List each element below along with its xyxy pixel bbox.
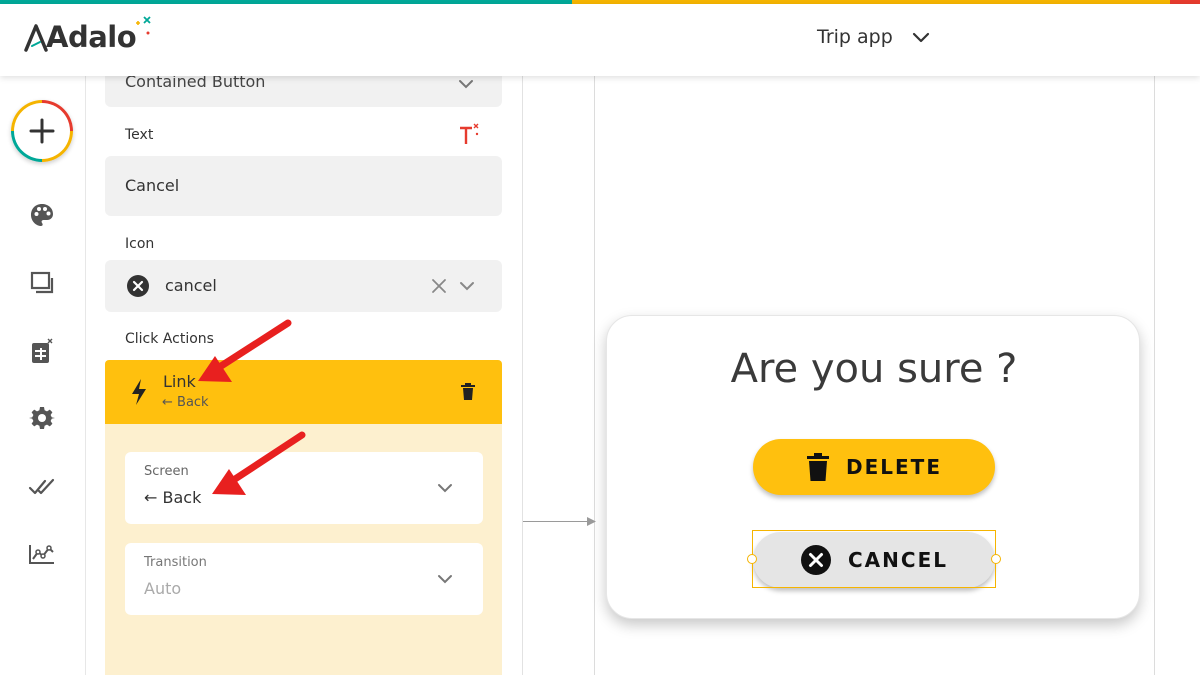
panel-divider	[522, 76, 523, 675]
screen-frame-left-edge	[594, 76, 595, 675]
gear-icon[interactable]	[28, 404, 56, 432]
button-type-value: Contained Button	[125, 76, 266, 91]
text-label: Text	[125, 127, 154, 143]
screen-value: ← Back	[144, 488, 202, 507]
logo-text: Adalo	[46, 20, 137, 54]
icon-select-value: cancel	[165, 276, 217, 295]
chevron-down-icon[interactable]	[457, 276, 477, 296]
app-name[interactable]: Trip app	[817, 26, 893, 48]
text-input-value: Cancel	[125, 176, 180, 195]
screen-label: Screen	[144, 464, 189, 479]
chevron-down-icon[interactable]	[910, 26, 932, 52]
clear-icon[interactable]	[430, 277, 448, 295]
action-title: Link	[163, 372, 196, 391]
transition-label: Transition	[144, 555, 207, 570]
link-connector-line	[523, 521, 589, 522]
double-check-icon[interactable]	[28, 473, 56, 501]
screen-frame-right-edge	[1154, 76, 1155, 675]
delete-button[interactable]: DELETE	[753, 439, 995, 495]
delete-button-label: DELETE	[846, 455, 942, 479]
resize-handle-right[interactable]	[991, 554, 1001, 564]
icon-select[interactable]: cancel	[105, 260, 502, 312]
connector-arrowhead	[587, 517, 596, 526]
transition-value: Auto	[144, 579, 182, 598]
text-input[interactable]: Cancel	[105, 156, 502, 216]
button-type-select[interactable]: Contained Button	[105, 76, 502, 107]
screen-select[interactable]: Screen ← Back	[125, 452, 483, 524]
chevron-down-icon	[438, 484, 452, 493]
selection-outline	[752, 530, 996, 588]
properties-panel: Contained Button Text Cancel Icon cancel…	[87, 76, 522, 675]
action-body: Screen ← Back Transition Auto	[105, 424, 502, 675]
action-link-header[interactable]: Link ← Back	[105, 360, 502, 424]
trash-icon	[807, 453, 829, 481]
analytics-icon[interactable]	[28, 540, 56, 568]
transition-select[interactable]: Transition Auto	[125, 543, 483, 615]
action-subtitle: ← Back	[162, 395, 209, 410]
modal-title: Are you sure ?	[730, 346, 1018, 392]
cancel-icon	[127, 275, 149, 297]
database-icon[interactable]	[28, 337, 56, 365]
top-header: Adalo Trip app	[0, 4, 1200, 76]
chevron-down-icon	[438, 575, 452, 584]
resize-handle-left[interactable]	[747, 554, 757, 564]
click-actions-label: Click Actions	[125, 331, 214, 347]
lightning-icon	[132, 379, 146, 405]
sparkle-icon	[136, 16, 151, 35]
trash-icon[interactable]	[460, 383, 476, 401]
plus-icon	[29, 118, 55, 144]
screens-icon[interactable]	[28, 269, 56, 297]
left-rail	[0, 76, 86, 675]
icon-label: Icon	[125, 236, 155, 252]
adalo-logo[interactable]: Adalo	[24, 16, 156, 54]
palette-icon[interactable]	[28, 201, 56, 229]
add-component-button[interactable]	[11, 100, 73, 162]
magic-text-icon[interactable]	[459, 122, 483, 146]
chevron-down-icon	[459, 80, 473, 89]
